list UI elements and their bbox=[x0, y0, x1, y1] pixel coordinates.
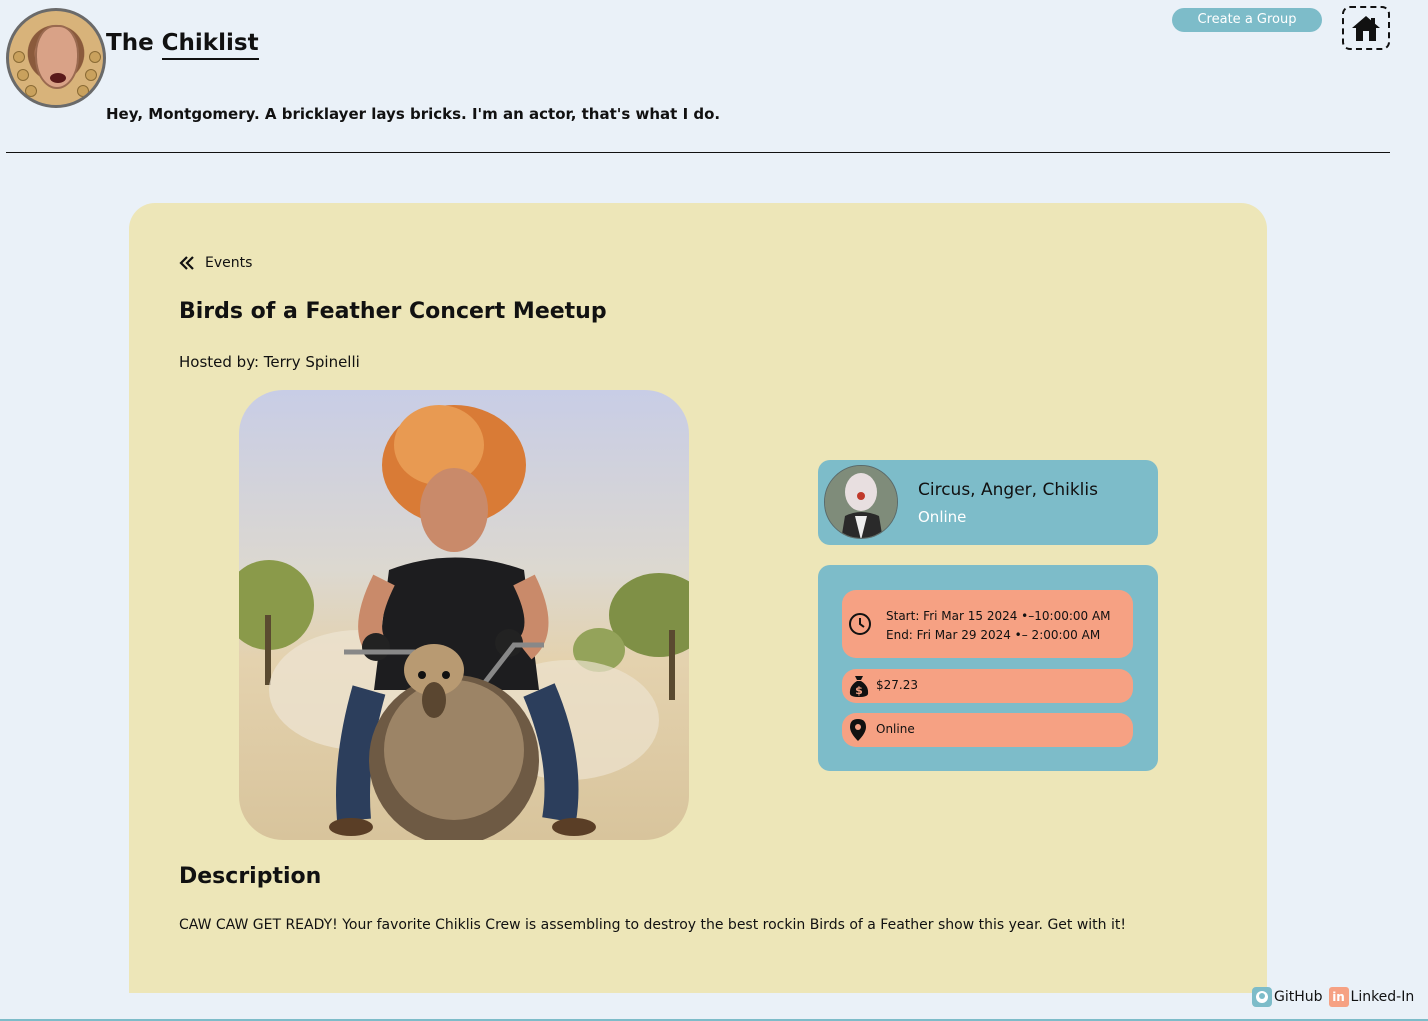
event-start-time: Start: Fri Mar 15 2024 •–10:00:00 AM bbox=[886, 609, 1111, 623]
event-price: $27.23 bbox=[876, 678, 918, 692]
logo-bead bbox=[13, 51, 25, 63]
clock-icon bbox=[849, 613, 871, 635]
logo-mouth bbox=[50, 73, 66, 83]
map-pin-icon bbox=[850, 719, 866, 741]
github-link[interactable]: GitHub bbox=[1252, 987, 1323, 1007]
group-card[interactable]: Circus, Anger, Chiklis Online bbox=[818, 460, 1158, 545]
event-time-lines: Start: Fri Mar 15 2024 •–10:00:00 AM End… bbox=[886, 607, 1111, 645]
event-info-card: Start: Fri Mar 15 2024 •–10:00:00 AM End… bbox=[818, 565, 1158, 771]
event-time-pill: Start: Fri Mar 15 2024 •–10:00:00 AM End… bbox=[842, 590, 1133, 658]
app-title-part1: The bbox=[106, 30, 162, 56]
money-bag-icon: $ bbox=[849, 676, 869, 697]
logo-bead bbox=[85, 69, 97, 81]
double-chevron-left-icon bbox=[179, 256, 194, 270]
github-icon bbox=[1252, 987, 1272, 1007]
linkedin-icon: in bbox=[1328, 987, 1349, 1007]
event-location: Online bbox=[876, 722, 915, 736]
description-heading: Description bbox=[179, 864, 322, 889]
description-text: CAW CAW GET READY! Your favorite Chiklis… bbox=[179, 917, 1126, 933]
github-label: GitHub bbox=[1274, 989, 1323, 1005]
home-icon bbox=[1352, 16, 1380, 41]
linkedin-link[interactable]: in Linked-In bbox=[1328, 987, 1415, 1007]
event-image bbox=[239, 390, 689, 840]
group-avatar-illustration bbox=[825, 466, 897, 538]
svg-text:$: $ bbox=[855, 684, 863, 697]
logo-bead bbox=[17, 69, 29, 81]
event-price-pill: $ $27.23 bbox=[842, 669, 1133, 703]
app-title[interactable]: The Chiklist bbox=[106, 30, 259, 60]
group-type: Online bbox=[918, 508, 967, 526]
footer-links: GitHub in Linked-In bbox=[1252, 987, 1414, 1007]
header-divider bbox=[6, 152, 1390, 153]
event-location-pill: Online bbox=[842, 713, 1133, 747]
create-group-button[interactable]: Create a Group bbox=[1172, 8, 1322, 32]
event-host: Hosted by: Terry Spinelli bbox=[179, 353, 360, 371]
site-header: The Chiklist Hey, Montgomery. A bricklay… bbox=[0, 0, 1428, 160]
home-button[interactable] bbox=[1342, 6, 1390, 50]
tagline: Hey, Montgomery. A bricklayer lays brick… bbox=[106, 105, 721, 123]
group-name: Circus, Anger, Chiklis bbox=[918, 480, 1098, 500]
app-title-part2: Chiklist bbox=[161, 30, 259, 60]
logo-bead bbox=[25, 85, 37, 97]
event-title: Birds of a Feather Concert Meetup bbox=[179, 299, 607, 324]
linkedin-label: Linked-In bbox=[1350, 989, 1415, 1005]
logo-bead bbox=[77, 85, 89, 97]
back-to-events-link[interactable]: Events bbox=[179, 255, 252, 271]
event-details-card: Events Birds of a Feather Concert Meetup… bbox=[129, 203, 1267, 993]
site-logo-avatar[interactable] bbox=[6, 8, 106, 108]
logo-bead bbox=[89, 51, 101, 63]
back-label: Events bbox=[205, 255, 253, 271]
group-avatar bbox=[824, 465, 898, 539]
event-photo-illustration bbox=[239, 405, 689, 840]
event-end-time: End: Fri Mar 29 2024 •– 2:00:00 AM bbox=[886, 628, 1101, 642]
